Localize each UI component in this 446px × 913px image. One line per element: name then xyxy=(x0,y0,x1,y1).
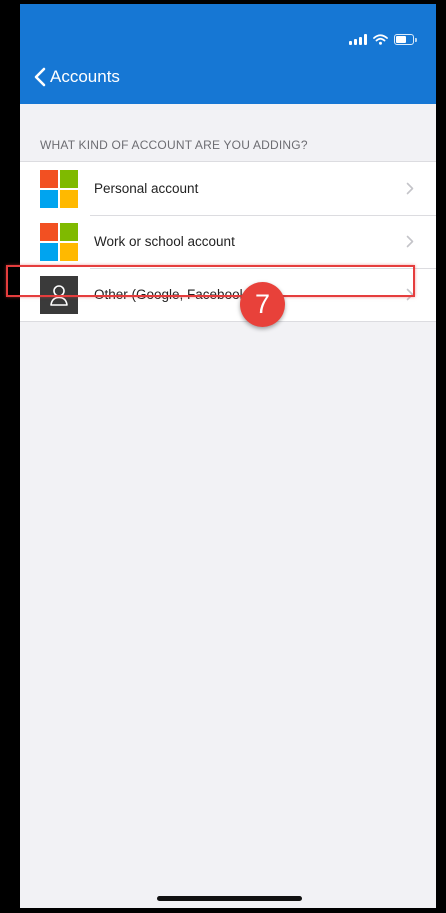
microsoft-logo-icon xyxy=(40,222,78,261)
microsoft-logo-icon xyxy=(40,169,78,208)
chevron-left-icon xyxy=(34,67,46,87)
personal-account-row[interactable]: Personal account xyxy=(20,162,436,215)
battery-icon xyxy=(394,34,417,45)
work-school-account-row[interactable]: Work or school account xyxy=(20,215,436,268)
chevron-right-icon xyxy=(406,288,414,301)
chevron-right-icon xyxy=(406,182,414,195)
row-label: Personal account xyxy=(94,181,199,196)
section-header: WHAT KIND OF ACCOUNT ARE YOU ADDING? xyxy=(40,138,308,152)
row-label: Work or school account xyxy=(94,234,235,249)
phone-screen: Accounts WHAT KIND OF ACCOUNT ARE YOU AD… xyxy=(20,4,436,908)
home-indicator xyxy=(157,896,302,901)
navigation-bar: Accounts xyxy=(20,4,436,104)
status-bar xyxy=(349,34,417,45)
wifi-icon xyxy=(373,34,388,45)
other-account-row[interactable]: Other (Google, Facebook, etc.) xyxy=(20,268,436,321)
person-icon xyxy=(40,275,78,314)
account-type-list: Personal account Work or school account xyxy=(20,161,436,322)
back-button[interactable]: Accounts xyxy=(34,67,120,87)
chevron-right-icon xyxy=(406,235,414,248)
back-button-label: Accounts xyxy=(50,67,120,86)
signal-icon xyxy=(349,34,367,45)
step-badge: 7 xyxy=(240,282,285,327)
